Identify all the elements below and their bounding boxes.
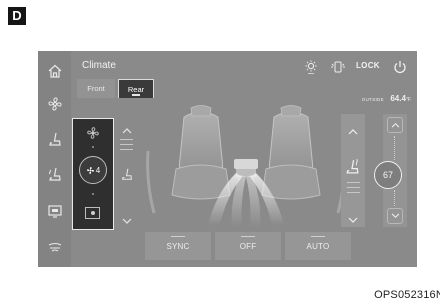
rear-fan-speed-dial[interactable]: 4 [79, 156, 107, 184]
rear-fan-icon[interactable] [86, 126, 100, 145]
temp-scale [394, 190, 395, 206]
seat-heat-icon[interactable] [344, 158, 361, 180]
chevron-down-icon[interactable] [348, 211, 358, 229]
level-indicator [120, 139, 133, 154]
temp-scale [394, 136, 395, 160]
rear-seat-panel: 4 [72, 118, 114, 230]
temp-up-button[interactable] [387, 117, 403, 133]
seat-icon[interactable] [120, 167, 134, 186]
power-icon[interactable] [392, 59, 408, 75]
light-icon[interactable] [303, 59, 319, 75]
outside-value: 64.4 [390, 94, 406, 103]
fan-icon[interactable] [38, 93, 71, 115]
display-icon[interactable] [38, 200, 71, 222]
chevron-down-icon[interactable] [122, 212, 132, 230]
nav-rail [38, 51, 71, 267]
rear-seats-illustration [146, 105, 346, 227]
defrost-icon[interactable] [38, 236, 71, 258]
lock-button[interactable]: LOCK [356, 61, 380, 70]
seat-heat-icon[interactable] [38, 128, 71, 150]
chevron-up-icon[interactable] [122, 121, 132, 139]
outside-temperature: OUTSIDE 64.4°F [362, 88, 411, 106]
outside-label: OUTSIDE [361, 97, 384, 102]
chevron-up-icon[interactable] [348, 122, 358, 140]
rear-fan-off-button[interactable] [85, 207, 100, 219]
level-dot [92, 146, 94, 148]
temp-down-button[interactable] [387, 208, 403, 224]
rear-seat-icon[interactable] [328, 59, 348, 75]
climate-screen: Climate Front Rear LOCK OUTSIDE 64.4°F 4 [38, 51, 417, 267]
seat-vent-icon[interactable] [38, 163, 71, 185]
sync-button[interactable]: SYNC [145, 232, 211, 260]
auto-button[interactable]: AUTO [285, 232, 351, 260]
outside-unit: °F [405, 97, 411, 103]
home-icon[interactable] [38, 60, 71, 82]
temperature-value[interactable]: 67 [374, 161, 402, 189]
level-indicator [347, 182, 360, 197]
tab-rear[interactable]: Rear [118, 79, 154, 98]
figure-code: OPS052316N [374, 289, 440, 301]
rear-fan-level: 4 [95, 165, 101, 175]
tab-front[interactable]: Front [77, 79, 115, 98]
level-dot [92, 193, 94, 195]
section-badge: D [8, 7, 26, 25]
page-title: Climate [82, 60, 116, 71]
off-button[interactable]: OFF [215, 232, 281, 260]
right-seat-controls [341, 114, 365, 227]
